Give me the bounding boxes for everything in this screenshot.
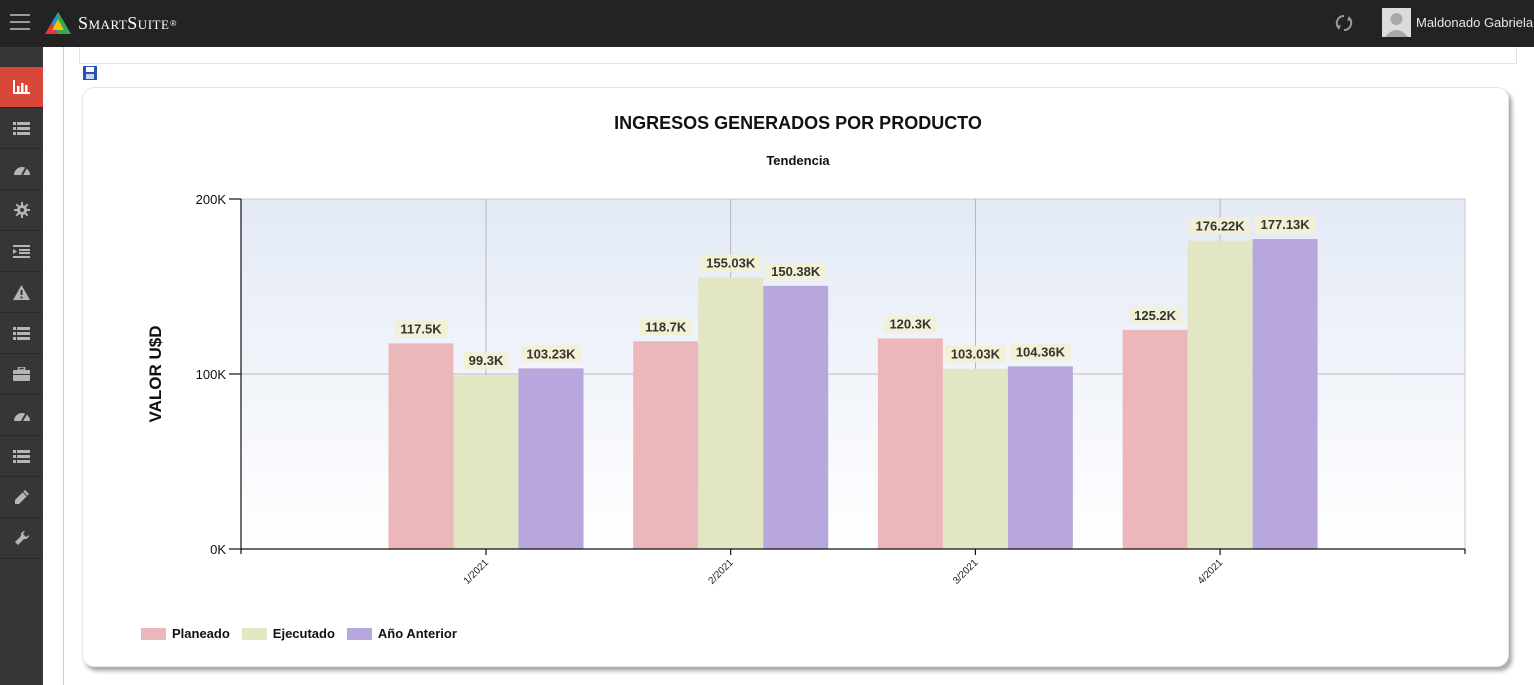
logo[interactable]: SmartSuite ® (44, 10, 176, 36)
data-label: 176.22K (1196, 219, 1246, 234)
sidebar-item-list[interactable] (0, 108, 43, 149)
x-tick-label: 4/2021 (1196, 557, 1226, 587)
y-tick-label: 200K (196, 192, 227, 207)
data-label: 118.7K (645, 319, 687, 334)
data-label: 150.38K (771, 264, 821, 279)
legend-label: Año Anterior (377, 626, 457, 641)
top-bar: SmartSuite ® Maldonado Gabriela (0, 0, 1534, 47)
avatar[interactable] (1382, 8, 1411, 37)
data-label: 120.3K (889, 316, 932, 331)
bar (942, 368, 1008, 549)
sidebar-item-list-3[interactable] (0, 436, 43, 477)
data-label: 125.2K (1134, 308, 1177, 323)
sidebar-item-indent[interactable] (0, 231, 43, 272)
chart-svg: INGRESOS GENERADOS POR PRODUCTO Tendenci… (146, 113, 1466, 587)
bar (1007, 366, 1073, 549)
sidebar-item-tools[interactable] (0, 518, 43, 559)
filter-panel (79, 47, 1517, 64)
sidebar-item-settings[interactable] (0, 190, 43, 231)
briefcase-icon (13, 367, 30, 381)
legend-swatch (141, 627, 166, 640)
bar (518, 368, 584, 549)
sidebar-item-list-2[interactable] (0, 313, 43, 354)
brand-name: SmartSuite (78, 12, 170, 33)
wrench-icon (14, 530, 29, 545)
x-tick-label: 1/2021 (462, 557, 492, 587)
data-label: 104.36K (1016, 344, 1066, 359)
sidebar-item-briefcase[interactable] (0, 354, 43, 395)
pencil-icon (15, 489, 29, 504)
gear-icon (13, 202, 30, 218)
save-icon[interactable] (83, 66, 97, 80)
legend-item-planeado[interactable]: Planeado (141, 626, 230, 641)
bar (698, 277, 764, 549)
x-tick-label: 2/2021 (706, 557, 736, 587)
list-icon (13, 449, 30, 463)
dashboard-icon (13, 166, 30, 175)
indent-list-icon (13, 244, 30, 258)
data-label: 103.23K (526, 346, 576, 361)
y-tick-label: 0K (210, 542, 226, 557)
list-icon (13, 326, 30, 340)
bar (1187, 240, 1253, 550)
y-axis-label: VALOR U$D (146, 326, 165, 423)
chart-card: INGRESOS GENERADOS POR PRODUCTO Tendenci… (82, 87, 1509, 667)
bar-chart-icon (12, 80, 30, 94)
data-label: 99.3K (469, 353, 504, 368)
dashboard-icon (13, 412, 30, 421)
legend-label: Planeado (172, 626, 230, 641)
sidebar-item-edit[interactable] (0, 477, 43, 518)
x-tick-label: 3/2021 (951, 557, 981, 587)
content-divider (63, 47, 64, 685)
user-icon (1382, 8, 1411, 37)
legend-label: Ejecutado (272, 626, 335, 641)
warning-icon (13, 284, 30, 300)
chart-legend: Planeado Ejecutado Año Anterior (141, 626, 469, 641)
chart-subtitle: Tendencia (766, 153, 830, 168)
data-label: 177.13K (1261, 217, 1311, 232)
legend-swatch (241, 627, 267, 640)
chart-title: INGRESOS GENERADOS POR PRODUCTO (614, 113, 982, 133)
sidebar-item-dashboard[interactable] (0, 149, 43, 190)
sidebar-item-alerts[interactable] (0, 272, 43, 313)
user-name[interactable]: Maldonado Gabriela (1416, 15, 1533, 30)
refresh-icon[interactable] (1334, 13, 1354, 33)
logo-icon (45, 12, 71, 34)
sidebar-item-reports[interactable] (0, 67, 43, 108)
data-label: 155.03K (706, 256, 756, 271)
sidebar-item-dashboard-2[interactable] (0, 395, 43, 436)
legend-item-ano-anterior[interactable]: Año Anterior (346, 626, 457, 641)
data-label: 117.5K (400, 321, 442, 336)
bar (633, 341, 699, 549)
brand-mark: ® (170, 18, 177, 28)
bar (763, 285, 829, 549)
bar (877, 338, 943, 549)
y-tick-label: 100K (196, 367, 227, 382)
bar (1122, 329, 1188, 549)
menu-icon[interactable] (10, 14, 30, 30)
list-icon (13, 121, 30, 135)
data-label: 103.03K (951, 347, 1001, 362)
bar (1252, 239, 1318, 549)
bar (453, 375, 519, 549)
legend-swatch (346, 627, 372, 640)
legend-item-ejecutado[interactable]: Ejecutado (241, 626, 335, 641)
sidebar (0, 47, 43, 685)
bar (388, 343, 454, 549)
